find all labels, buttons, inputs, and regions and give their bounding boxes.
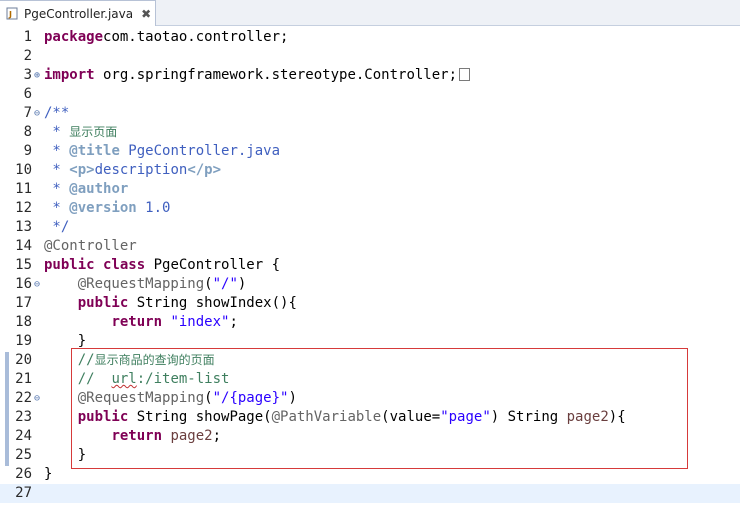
code-line[interactable]: 21 // url:/item-list [0,370,740,389]
code-line[interactable]: 10 * <p>description</p> [0,161,740,180]
line-number: 14 [15,238,32,254]
code-line[interactable]: 19 } [0,332,740,351]
code-line[interactable]: 23 public String showPage(@PathVariable(… [0,408,740,427]
line-number: 8 [23,124,32,140]
svg-text:J: J [8,10,12,19]
code-text: * <p>description</p> [44,162,222,178]
line-number: 19 [15,333,32,349]
line-number: 22 [15,390,32,406]
code-line[interactable]: 25 } [0,446,740,465]
editor-tab-bar: J PgeController.java ✖ [0,0,740,26]
tab-pgecontroller[interactable]: J PgeController.java ✖ [0,0,156,26]
collapse-fold-icon[interactable]: ⊖ [32,275,42,294]
code-line[interactable]: 27 [0,484,740,503]
collapsed-region-icon[interactable] [459,68,471,81]
line-number: 12 [15,200,32,216]
code-text: public class PgeController { [44,257,281,273]
expand-fold-icon[interactable]: ⊕ [32,66,42,85]
code-text: public String showIndex(){ [77,295,297,311]
line-number: 9 [23,143,32,159]
code-line[interactable]: 9 * @title PgeController.java [0,142,740,161]
collapse-fold-icon[interactable]: ⊖ [32,104,42,123]
code-line[interactable]: 15 public class PgeController { [0,256,740,275]
line-number: 24 [15,428,32,444]
code-text: } [44,333,87,349]
code-text: //显示商品的查询的页面 [77,352,215,368]
code-text: return "index"; [111,314,238,330]
line-number: 25 [15,447,32,463]
code-line[interactable]: 12 * @version 1.0 [0,199,740,218]
line-number: 17 [15,295,32,311]
code-line[interactable]: 26} [0,465,740,484]
code-line[interactable]: 2 [0,47,740,66]
code-line[interactable]: 16 ⊖ @RequestMapping("/") [0,275,740,294]
line-number: 21 [15,371,32,387]
code-line[interactable]: 20 //显示商品的查询的页面 [0,351,740,370]
line-number: 3 [23,67,32,83]
code-line[interactable]: 1 packagecom.taotao.controller; [0,28,740,47]
code-text: @RequestMapping("/{page}") [77,390,297,406]
code-text: @RequestMapping("/") [77,276,247,292]
line-number: 11 [15,181,32,197]
code-line[interactable]: 8 * 显示页面 [0,123,740,142]
code-text: } [44,447,87,463]
code-text: @Controller [44,238,137,254]
code-text: * 显示页面 [44,124,118,140]
code-text: } [44,466,53,482]
code-text: * @author [44,181,129,197]
code-line[interactable]: 22 ⊖ @RequestMapping("/{page}") [0,389,740,408]
code-text: /** [44,105,70,121]
code-line[interactable]: 13 */ [0,218,740,237]
line-number: 13 [15,219,32,235]
code-line[interactable]: 11 * @author [0,180,740,199]
code-line[interactable]: 17 public String showIndex(){ [0,294,740,313]
line-number: 16 [15,276,32,292]
code-line[interactable]: 24 return page2; [0,427,740,446]
line-number: 26 [15,466,32,482]
code-text: return page2; [111,428,222,444]
line-number: 6 [23,86,32,102]
line-number: 7 [23,105,32,121]
code-text: public String showPage(@PathVariable(val… [77,409,626,425]
line-number: 23 [15,409,32,425]
line-number: 15 [15,257,32,273]
line-number: 2 [23,48,32,64]
line-number: 1 [23,29,32,45]
code-line[interactable]: 7 ⊖/** [0,104,740,123]
tab-title: PgeController.java [24,6,134,21]
java-file-icon: J [6,7,19,20]
code-text: packagecom.taotao.controller; [44,29,289,45]
collapse-fold-icon[interactable]: ⊖ [32,389,42,408]
code-line[interactable]: 6 [0,85,740,104]
line-number: 20 [15,352,32,368]
code-line[interactable]: 14 @Controller [0,237,740,256]
code-line[interactable]: 18 return "index"; [0,313,740,332]
line-number: 18 [15,314,32,330]
code-text: // url:/item-list [77,371,230,387]
code-text: */ [44,219,70,235]
code-editor[interactable]: 1 packagecom.taotao.controller; 2 3 ⊕ import … [0,26,740,506]
line-number: 10 [15,162,32,178]
code-text: * @version 1.0 [44,200,171,216]
close-icon[interactable]: ✖ [141,7,151,21]
code-line[interactable]: 3 ⊕ import org.springframework.stereotype.… [0,66,740,85]
code-text: import org.springframework.stereotype.Co… [44,66,471,85]
line-number: 27 [15,485,32,501]
code-text: * @title PgeController.java [44,143,281,159]
